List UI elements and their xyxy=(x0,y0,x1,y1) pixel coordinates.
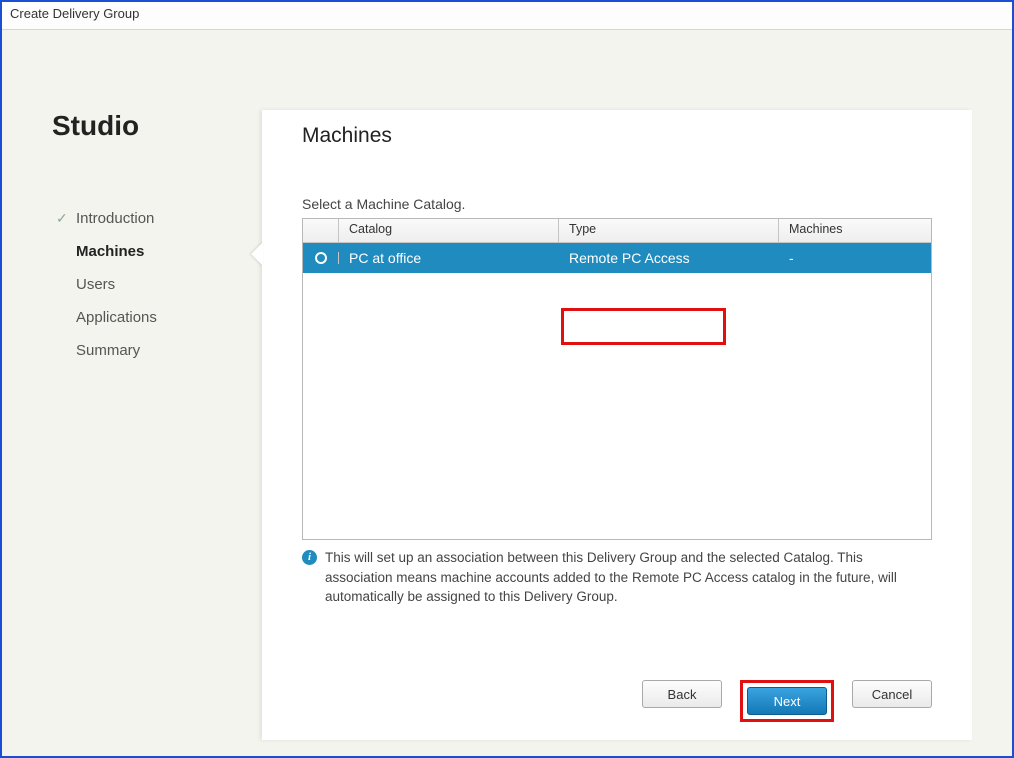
table-row[interactable]: PC at office Remote PC Access - xyxy=(303,243,931,273)
nav-step-introduction[interactable]: Introduction xyxy=(52,202,262,235)
content-area: Studio Introduction Machines Users Appli… xyxy=(2,30,1012,756)
next-button[interactable]: Next xyxy=(747,687,827,715)
nav-step-label: Summary xyxy=(76,342,140,359)
row-radio-cell[interactable] xyxy=(303,252,339,264)
nav-step-label: Introduction xyxy=(76,210,154,227)
table-header-catalog[interactable]: Catalog xyxy=(339,219,559,242)
nav-step-users[interactable]: Users xyxy=(52,268,262,301)
main-panel: Machines Select a Machine Catalog. Catal… xyxy=(262,110,972,740)
row-type-cell: Remote PC Access xyxy=(559,250,779,266)
page-title: Machines xyxy=(262,110,972,148)
wizard-sidebar: Studio Introduction Machines Users Appli… xyxy=(2,30,262,756)
info-icon: i xyxy=(302,550,317,565)
table-header-type[interactable]: Type xyxy=(559,219,779,242)
instruction-text: Select a Machine Catalog. xyxy=(262,148,972,218)
row-catalog-cell: PC at office xyxy=(339,250,559,266)
table-header-machines[interactable]: Machines xyxy=(779,219,931,242)
nav-step-label: Users xyxy=(76,276,115,293)
table-header-select xyxy=(303,219,339,242)
window-title: Create Delivery Group xyxy=(2,2,1012,30)
nav-step-label: Machines xyxy=(76,243,144,260)
info-text: This will set up an association between … xyxy=(325,548,932,607)
table-header: Catalog Type Machines xyxy=(303,219,931,243)
nav-step-summary[interactable]: Summary xyxy=(52,334,262,367)
radio-icon[interactable] xyxy=(315,252,327,264)
nav-step-machines[interactable]: Machines xyxy=(52,235,262,268)
info-block: i This will set up an association betwee… xyxy=(262,540,972,607)
nav-step-label: Applications xyxy=(76,309,157,326)
row-machines-cell: - xyxy=(779,250,931,266)
active-step-indicator-icon xyxy=(251,242,263,266)
brand-title: Studio xyxy=(52,110,262,142)
wizard-footer: Back Next Cancel xyxy=(642,680,932,722)
machine-catalog-table: Catalog Type Machines PC at office Remot… xyxy=(302,218,932,540)
cancel-button[interactable]: Cancel xyxy=(852,680,932,708)
nav-step-applications[interactable]: Applications xyxy=(52,301,262,334)
next-button-highlight: Next xyxy=(740,680,834,722)
back-button[interactable]: Back xyxy=(642,680,722,708)
